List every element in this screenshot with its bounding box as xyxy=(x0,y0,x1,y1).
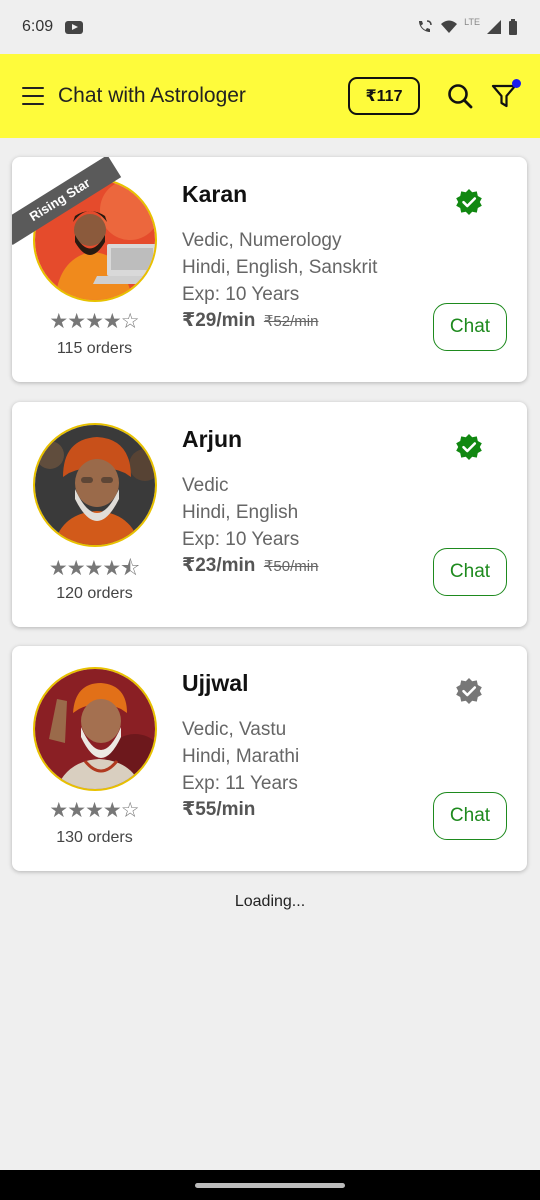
astrologer-card[interactable]: Rising Star ★★★★☆ 115 orders Karan Vedic… xyxy=(12,157,527,382)
astrologer-avatar xyxy=(33,667,157,791)
status-time: 6:09 xyxy=(22,18,54,35)
wallet-balance-button[interactable]: ₹117 xyxy=(348,77,420,115)
original-price: ₹50/min xyxy=(263,558,319,575)
loading-text: Loading... xyxy=(234,893,306,910)
price-row: ₹29/min ₹52/min xyxy=(182,309,318,332)
wifi-icon xyxy=(441,20,458,33)
astrologer-languages: Hindi, English xyxy=(182,502,299,523)
astrologer-avatar xyxy=(33,423,157,547)
app-bar: Chat with Astrologer ₹117 xyxy=(0,54,540,138)
network-type: LTE xyxy=(464,17,480,27)
astrologer-languages: Hindi, English, Sanskrit xyxy=(182,257,378,278)
price-row: ₹23/min ₹50/min xyxy=(182,554,318,577)
current-price: ₹55/min xyxy=(182,799,256,820)
verified-badge-icon xyxy=(456,678,482,704)
system-navigation-bar xyxy=(0,1170,540,1200)
order-count: 130 orders xyxy=(56,829,133,846)
astrologer-skills: Vedic xyxy=(182,475,229,496)
astrologer-name: Arjun xyxy=(182,426,243,452)
status-bar: 6:09 LTE xyxy=(0,0,540,54)
astrologer-name: Ujjwal xyxy=(182,670,249,696)
verified-badge-icon xyxy=(456,189,482,215)
filter-button[interactable] xyxy=(490,79,521,110)
current-price: ₹29/min xyxy=(182,310,256,331)
status-icons: LTE xyxy=(416,17,518,35)
astrologer-name: Karan xyxy=(182,181,248,207)
astrologer-card[interactable]: ★★★★☆ 130 orders Ujjwal Vedic, Vastu Hin… xyxy=(12,646,527,871)
order-count: 115 orders xyxy=(56,340,133,357)
price-row: ₹55/min xyxy=(182,798,255,821)
original-price: ₹52/min xyxy=(263,313,319,330)
signal-icon xyxy=(487,20,501,34)
current-price: ₹23/min xyxy=(182,555,256,576)
astrologer-skills: Vedic, Vastu xyxy=(182,719,287,740)
astrologer-languages: Hindi, Marathi xyxy=(182,746,300,767)
page-title: Chat with Astrologer xyxy=(58,84,246,107)
home-gesture-handle[interactable] xyxy=(195,1183,345,1188)
rating-stars: ★★★★☆ xyxy=(49,799,139,822)
astrologer-experience: Exp: 10 Years xyxy=(182,284,300,305)
youtube-notification-icon xyxy=(65,20,84,34)
rating-stars: ★★★★⯪ xyxy=(48,557,140,580)
chat-button[interactable]: Chat xyxy=(433,548,507,596)
chat-button[interactable]: Chat xyxy=(433,792,507,840)
filter-active-dot xyxy=(512,79,521,88)
wifi-calling-icon xyxy=(419,20,432,32)
rating-stars: ★★★★☆ xyxy=(49,310,139,333)
chat-button[interactable]: Chat xyxy=(433,303,507,351)
order-count: 120 orders xyxy=(56,585,133,602)
search-icon[interactable] xyxy=(446,82,474,110)
astrologer-card[interactable]: ★★★★⯪ 120 orders Arjun Vedic Hindi, Engl… xyxy=(12,402,527,627)
verified-badge-icon xyxy=(456,434,482,460)
hamburger-menu-icon[interactable] xyxy=(22,87,44,105)
battery-icon xyxy=(509,19,517,35)
astrologer-experience: Exp: 10 Years xyxy=(182,529,300,550)
astrologer-skills: Vedic, Numerology xyxy=(182,230,342,251)
astrologer-experience: Exp: 11 Years xyxy=(182,773,298,794)
